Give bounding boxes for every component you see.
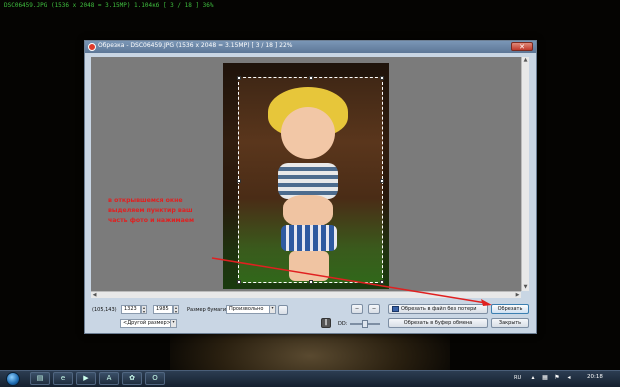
explorer-icon[interactable]: ▤ (30, 372, 50, 385)
crop-handle-top-left[interactable] (237, 76, 241, 80)
dd-slider[interactable] (350, 320, 380, 328)
crop-handle-top[interactable] (309, 76, 313, 80)
crop-to-clipboard-button[interactable]: Обрезать в буфер обмена (388, 318, 488, 328)
height-field[interactable]: 1985 (153, 305, 173, 314)
media-player-icon[interactable]: ▶ (76, 372, 96, 385)
paper-size-label: Размер бумаги: (187, 307, 228, 313)
crop-shade-top (223, 63, 389, 77)
image-canvas[interactable] (91, 57, 521, 291)
ratio-select[interactable]: <Другой размер> (120, 319, 176, 328)
height-spinner[interactable]: ▴ ▾ (173, 305, 179, 314)
crop-shade-bottom (223, 283, 389, 289)
crop-handle-top-right[interactable] (380, 76, 384, 80)
volume-icon[interactable]: ◂ (566, 375, 572, 381)
network-icon[interactable]: ▦ (542, 375, 548, 381)
crop-handle-bottom-left[interactable] (237, 280, 241, 284)
dialog-titlebar[interactable]: Обрезка - DSC06459.JPG (1536 x 2048 = 3.… (85, 41, 536, 53)
start-button[interactable] (6, 372, 20, 386)
horizontal-scrollbar[interactable]: ◀ ▶ (91, 291, 521, 298)
crop-handle-bottom-right[interactable] (380, 280, 384, 284)
clock[interactable]: 20:18 (587, 374, 603, 380)
red-dot-icon (88, 43, 96, 51)
width-field[interactable]: 1323 (121, 305, 141, 314)
crop-handle-right[interactable] (380, 179, 384, 183)
scroll-down-icon[interactable]: ▼ (522, 284, 529, 291)
save-lossless-label: Обрезать в файл без потери (401, 306, 477, 312)
position-readout: (105,143) (92, 307, 117, 313)
crop-handle-left[interactable] (237, 179, 241, 183)
crop-selection[interactable] (237, 76, 384, 284)
viewer-info-text: DSC06459.JPG (1536 x 2048 = 3.15MP) 1.10… (4, 2, 214, 9)
chevron-down-icon[interactable]: ▾ (170, 319, 177, 328)
floppy-icon (392, 306, 399, 312)
irfanview-icon[interactable]: ✿ (122, 372, 142, 385)
crop-dialog: Обрезка - DSC06459.JPG (1536 x 2048 = 3.… (84, 40, 537, 334)
chevron-down-icon[interactable]: ▾ (269, 305, 276, 314)
vertical-scrollbar[interactable]: ▲ ▼ (521, 57, 529, 291)
opera-icon[interactable]: O (145, 372, 165, 385)
pause-icon[interactable]: ‖ (321, 318, 331, 328)
dialog-title: Обрезка - DSC06459.JPG (1536 x 2048 = 3.… (98, 42, 293, 49)
save-lossless-button[interactable]: Обрезать в файл без потери (388, 304, 488, 314)
dd-label: DD: (338, 321, 348, 327)
right-arrow-icon[interactable]: ‒ (368, 304, 380, 314)
language-indicator[interactable]: RU (514, 375, 521, 381)
close-button[interactable]: ✕ (511, 42, 533, 51)
dd-slider-thumb[interactable] (362, 320, 368, 328)
scroll-up-icon[interactable]: ▲ (522, 57, 529, 64)
adobe-icon[interactable]: A (99, 372, 119, 385)
tray-arrow-icon[interactable]: ▴ (530, 375, 536, 381)
flag-icon[interactable]: ⚑ (554, 375, 560, 381)
crop-button[interactable]: Обрезать (491, 304, 529, 314)
scroll-right-icon[interactable]: ▶ (514, 292, 521, 298)
crop-shade-left (223, 77, 238, 283)
taskbar: ▤ e ▶ A ✿ O RU ▴ ▦ ⚑ ◂ 20:18 (0, 370, 620, 387)
width-spinner[interactable]: ▴ ▾ (141, 305, 147, 314)
scroll-left-icon[interactable]: ◀ (91, 292, 98, 298)
ie-icon[interactable]: e (53, 372, 73, 385)
left-arrow-icon[interactable]: ‒ (351, 304, 363, 314)
paper-orientation-button[interactable] (278, 305, 288, 315)
crop-handle-bottom[interactable] (309, 280, 313, 284)
close-dialog-button[interactable]: Закрыть (491, 318, 529, 328)
red-annotation-text: в открывшемся окне выделяем пунктир ваш … (108, 197, 195, 224)
